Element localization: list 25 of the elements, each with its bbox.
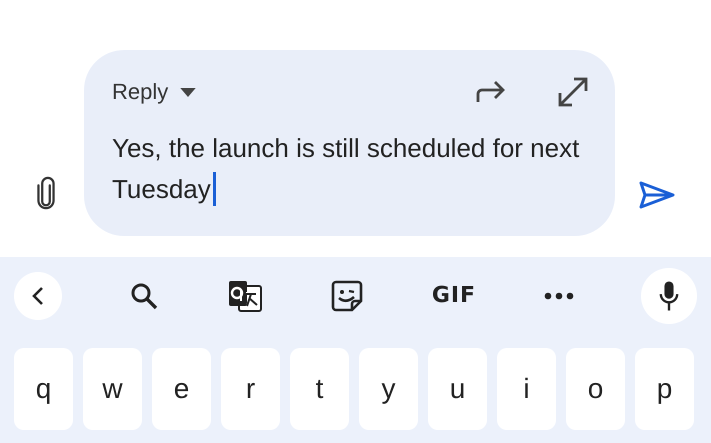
gif-button[interactable]: GIF bbox=[432, 283, 476, 308]
keyboard-key[interactable]: r bbox=[221, 348, 280, 430]
expand-icon[interactable] bbox=[557, 76, 589, 108]
keyboard-key[interactable]: e bbox=[152, 348, 211, 430]
message-input[interactable]: Yes, the launch is still scheduled for next Tuesday bbox=[112, 128, 582, 210]
caret-icon bbox=[180, 88, 196, 96]
translate-icon[interactable] bbox=[226, 278, 263, 312]
keyboard-key[interactable]: q bbox=[14, 348, 73, 430]
sticker-icon[interactable] bbox=[330, 278, 364, 312]
back-button[interactable] bbox=[14, 272, 62, 320]
keyboard-key[interactable]: o bbox=[566, 348, 625, 430]
keyboard-key[interactable]: p bbox=[635, 348, 694, 430]
forward-icon[interactable] bbox=[475, 80, 507, 104]
keyboard-key[interactable]: i bbox=[497, 348, 556, 430]
keyboard-key[interactable]: t bbox=[290, 348, 349, 430]
microphone-icon bbox=[659, 280, 679, 312]
send-icon[interactable] bbox=[639, 181, 675, 209]
search-icon[interactable] bbox=[129, 280, 160, 310]
reply-dropdown[interactable]: Reply bbox=[112, 79, 196, 105]
paperclip-icon[interactable] bbox=[36, 176, 56, 210]
more-icon[interactable] bbox=[544, 292, 574, 300]
keyboard-key[interactable]: u bbox=[428, 348, 487, 430]
keyboard-key[interactable]: y bbox=[359, 348, 418, 430]
keyboard-key[interactable]: w bbox=[83, 348, 142, 430]
chevron-left-icon bbox=[32, 286, 44, 306]
